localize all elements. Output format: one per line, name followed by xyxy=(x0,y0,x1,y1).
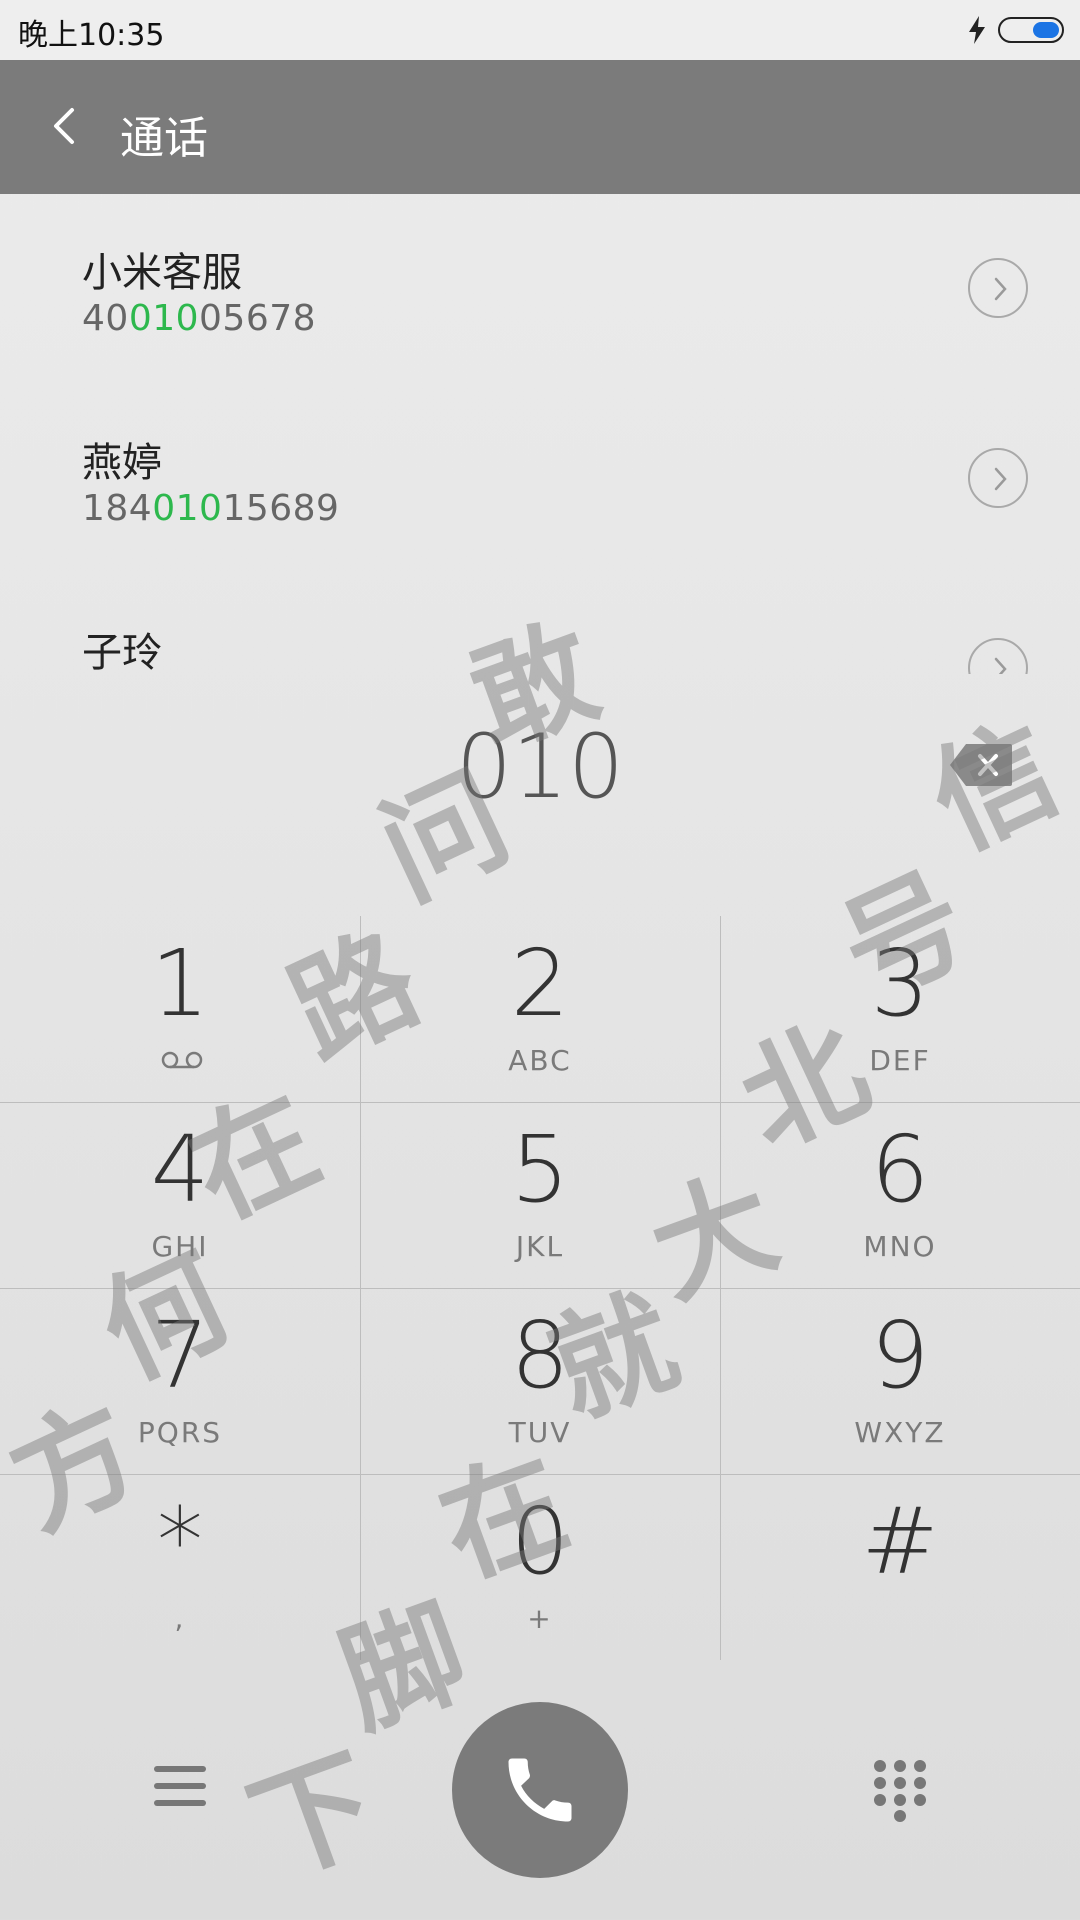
charging-icon xyxy=(969,16,985,44)
page-title: 通话 xyxy=(120,113,208,164)
key-letters: ABC xyxy=(508,1044,572,1077)
key-6[interactable]: 6 MNO xyxy=(720,1102,1080,1288)
dialpad-icon xyxy=(874,1760,926,1822)
key-digit: 1 xyxy=(150,930,210,1037)
contact-number: 18401015689 xyxy=(82,488,339,529)
key-letters: , xyxy=(174,1602,186,1635)
key-star[interactable]: * , xyxy=(0,1474,360,1660)
key-letters: MNO xyxy=(863,1230,937,1263)
key-digit: * xyxy=(157,1488,203,1595)
key-digit: 4 xyxy=(150,1116,210,1223)
number-prefix: 184 xyxy=(82,488,153,529)
key-digit: 8 xyxy=(510,1302,570,1409)
dial-keypad: 1 2 ABC 3 DEF 4 GHI 5 JKL 6 MNO 7 PQRS 8… xyxy=(0,916,1080,1660)
contact-number: 4001005678 xyxy=(82,298,316,339)
chevron-left-icon xyxy=(54,108,74,144)
key-1[interactable]: 1 xyxy=(0,916,360,1102)
key-5[interactable]: 5 JKL xyxy=(360,1102,720,1288)
key-digit: # xyxy=(861,1488,939,1595)
key-letters: GHI xyxy=(151,1230,209,1263)
key-7[interactable]: 7 PQRS xyxy=(0,1288,360,1474)
backspace-button[interactable] xyxy=(948,742,1014,788)
key-digit: 5 xyxy=(510,1116,570,1223)
chevron-right-icon xyxy=(994,657,1007,674)
key-letters: PQRS xyxy=(137,1416,223,1449)
key-letters: WXYZ xyxy=(854,1416,946,1449)
contact-name: 子玲 xyxy=(82,630,162,674)
chevron-right-icon xyxy=(994,467,1007,491)
phone-icon xyxy=(508,1758,572,1822)
back-button[interactable] xyxy=(36,96,96,156)
key-8[interactable]: 8 TUV xyxy=(360,1288,720,1474)
key-4[interactable]: 4 GHI xyxy=(0,1102,360,1288)
key-letters: JKL xyxy=(515,1230,565,1263)
dial-number-display: 010 xyxy=(456,715,624,818)
contact-row[interactable]: 小米客服 4001005678 xyxy=(0,194,1080,374)
status-bar: 晚上10:35 xyxy=(0,0,1080,60)
app-header: 通话 xyxy=(0,60,1080,194)
status-time: 晚上10:35 xyxy=(18,18,165,53)
status-icons xyxy=(966,14,1064,46)
number-match: 010 xyxy=(128,298,200,339)
contact-detail-button[interactable] xyxy=(968,258,1028,318)
contact-name: 小米客服 xyxy=(82,250,242,296)
key-letters: TUV xyxy=(508,1416,572,1449)
call-button[interactable] xyxy=(452,1702,628,1878)
key-digit: 6 xyxy=(870,1116,930,1223)
key-3[interactable]: 3 DEF xyxy=(720,916,1080,1102)
watermark-char: 下 xyxy=(233,1731,395,1904)
menu-button[interactable] xyxy=(152,1762,208,1810)
backspace-icon xyxy=(950,744,1012,786)
number-suffix: 05678 xyxy=(199,298,317,339)
number-prefix: 40 xyxy=(82,298,129,339)
key-digit: 7 xyxy=(150,1302,210,1409)
contact-detail-button[interactable] xyxy=(968,638,1028,674)
menu-icon xyxy=(154,1766,206,1806)
contact-name: 燕婷 xyxy=(82,440,162,486)
key-digit: 2 xyxy=(510,930,570,1037)
key-0[interactable]: 0 + xyxy=(360,1474,720,1660)
dialpad-toggle-button[interactable] xyxy=(872,1758,928,1822)
key-letters: + xyxy=(527,1602,553,1635)
key-digit: 9 xyxy=(870,1302,930,1409)
voicemail-icon xyxy=(161,1051,203,1069)
battery-icon xyxy=(998,17,1064,43)
key-digit: 3 xyxy=(870,930,930,1037)
chevron-right-icon xyxy=(994,277,1007,301)
number-match: 010 xyxy=(152,488,223,529)
key-2[interactable]: 2 ABC xyxy=(360,916,720,1102)
contact-row[interactable]: 燕婷 18401015689 xyxy=(0,384,1080,564)
number-suffix: 15689 xyxy=(222,488,340,529)
key-letters: DEF xyxy=(869,1044,931,1077)
contact-detail-button[interactable] xyxy=(968,448,1028,508)
key-hash[interactable]: # xyxy=(720,1474,1080,1660)
contact-row[interactable]: 子玲 xyxy=(0,574,1080,674)
key-digit: 0 xyxy=(510,1488,570,1595)
key-9[interactable]: 9 WXYZ xyxy=(720,1288,1080,1474)
